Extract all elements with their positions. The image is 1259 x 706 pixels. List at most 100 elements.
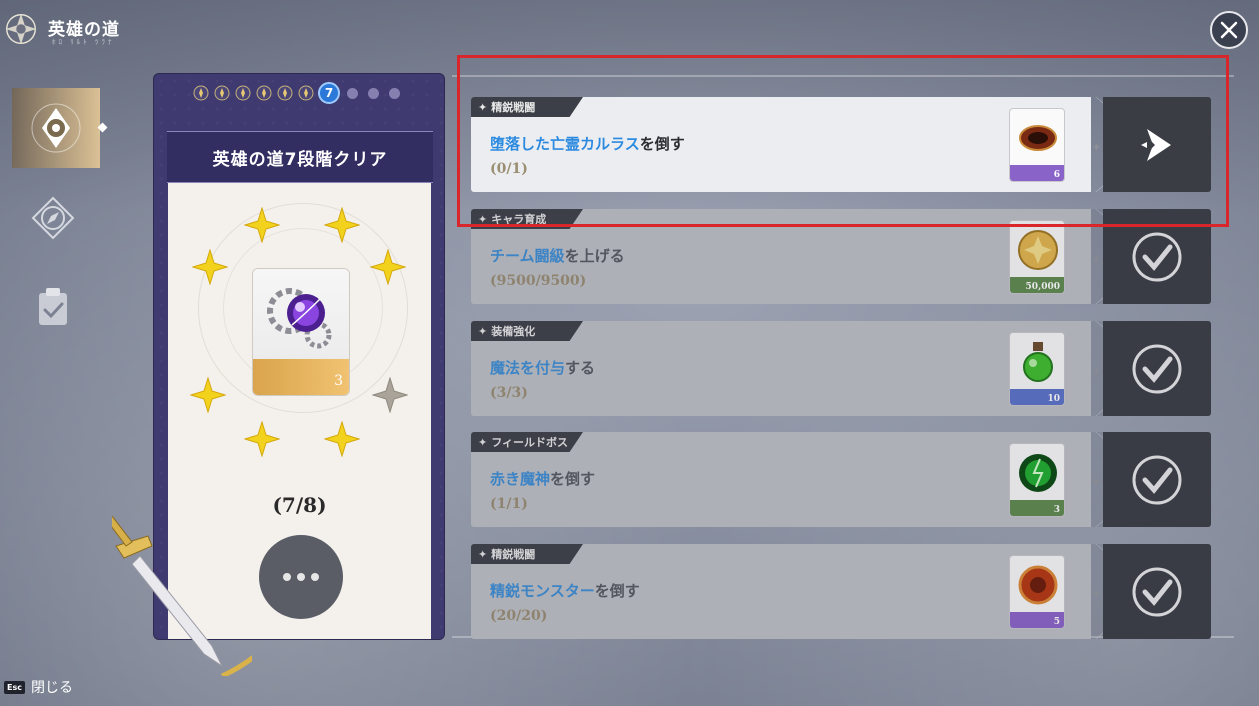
quest-category-tag: ✦ 精鋭戦闘 bbox=[471, 544, 583, 564]
quest-reward-item[interactable]: 50,000 bbox=[1009, 220, 1065, 294]
quest-row[interactable]: ✦ 精鋭戦闘 精鋭モンスターを倒す (20/20) 5 + bbox=[471, 544, 1211, 639]
quest-category: 装備強化 bbox=[491, 325, 536, 338]
green-potion-icon bbox=[1023, 342, 1053, 382]
quest-reward-item[interactable]: 3 bbox=[1009, 443, 1065, 517]
quest-category-tag: ✦ キャラ育成 bbox=[471, 209, 583, 229]
quest-reward-count: 10 bbox=[1047, 394, 1060, 404]
header: 英雄の道 ﾎﾛ ﾘﾙﾄ ﾂﾗﾅ bbox=[0, 0, 400, 56]
quest-row[interactable]: ✦ 装備強化魔法を付与する (3/3) 10 + bbox=[471, 321, 1211, 416]
sparkle-icon: ✦ bbox=[478, 324, 488, 338]
quest-progress: (9500/9500) bbox=[490, 273, 587, 289]
go-button[interactable] bbox=[1103, 97, 1211, 192]
quest-reward-count: 5 bbox=[1053, 617, 1060, 627]
sparkle-icon: ✦ bbox=[478, 435, 488, 449]
quest-progress: (0/1) bbox=[490, 161, 528, 177]
stage-dot-locked bbox=[386, 85, 403, 102]
quest-title: 精鋭モンスターを倒す bbox=[490, 580, 640, 601]
quest-title: 堕落した亡霊カルラスを倒す bbox=[490, 133, 685, 154]
quest-target: 魔法を付与 bbox=[490, 359, 566, 377]
magic-orb-gear-icon bbox=[267, 288, 332, 349]
plus-icon: + bbox=[1092, 589, 1101, 600]
list-divider-top bbox=[452, 75, 1234, 77]
stage-progress-text: (7/8) bbox=[272, 493, 327, 517]
quest-verb: を倒す bbox=[550, 470, 596, 488]
stage-dot-locked bbox=[344, 85, 361, 102]
star-filled-icon bbox=[370, 249, 406, 285]
star-filled-icon bbox=[244, 207, 280, 243]
more-button[interactable] bbox=[255, 531, 347, 623]
quest-reward-count: 6 bbox=[1053, 170, 1060, 180]
clipboard-check-icon bbox=[39, 288, 67, 325]
quest-row[interactable]: ✦ 精鋭戦闘 堕落した亡霊カルラスを倒す (0/1) 6 + bbox=[471, 97, 1211, 192]
stage-completed-icon bbox=[298, 85, 313, 101]
quest-progress: (1/1) bbox=[490, 496, 528, 512]
quest-category: 精鋭戦闘 bbox=[491, 101, 536, 114]
star-filled-icon bbox=[190, 377, 226, 413]
close-icon bbox=[1220, 21, 1238, 39]
plus-icon: + bbox=[1092, 477, 1101, 488]
quest-category: 精鋭戦闘 bbox=[491, 548, 536, 561]
esc-hint[interactable]: Esc 閉じる bbox=[4, 677, 73, 697]
tab-hero-road[interactable] bbox=[12, 88, 100, 168]
quest-row[interactable]: ✦ フィールドボス赤き魔神を倒す (1/1) 3 + bbox=[471, 432, 1211, 527]
star-filled-icon bbox=[192, 249, 228, 285]
sparkle-icon: ✦ bbox=[478, 547, 488, 561]
sword-decoration bbox=[112, 516, 252, 676]
stage-dot-completed bbox=[192, 85, 209, 102]
dot-icon bbox=[283, 573, 291, 581]
stage-title: 英雄の道7段階クリア bbox=[212, 149, 388, 170]
stage-reward-count: 3 bbox=[334, 373, 343, 389]
close-label: 閉じる bbox=[30, 680, 73, 696]
star-empty-icon bbox=[372, 377, 408, 413]
plus-icon: + bbox=[1092, 366, 1101, 377]
stage-title-bar: 英雄の道7段階クリア bbox=[167, 131, 433, 183]
tab-missions[interactable] bbox=[28, 282, 78, 332]
checkmark-circle-icon bbox=[1132, 232, 1182, 281]
compass-icon bbox=[31, 196, 75, 240]
green-orb-icon bbox=[1019, 454, 1057, 492]
checkmark-circle-icon bbox=[1132, 455, 1182, 504]
stage-completed-icon bbox=[193, 85, 208, 101]
quest-reward-item[interactable]: 10 bbox=[1009, 332, 1065, 406]
tab-compass[interactable] bbox=[28, 193, 78, 243]
dot-icon bbox=[311, 573, 319, 581]
stage-dot-locked bbox=[365, 85, 382, 102]
quest-target: チーム闘級 bbox=[490, 247, 565, 265]
completed-indicator bbox=[1103, 432, 1211, 527]
quest-reward-item[interactable]: 5 bbox=[1009, 555, 1065, 629]
quest-title: 魔法を付与する bbox=[490, 357, 595, 378]
dark-ring-icon bbox=[1019, 125, 1057, 151]
stage-completed-icon bbox=[235, 85, 250, 101]
dot-icon bbox=[297, 573, 305, 581]
quest-title: 赤き魔神を倒す bbox=[490, 468, 595, 489]
stage-dot-completed bbox=[255, 85, 272, 102]
quest-row[interactable]: ✦ キャラ育成 チーム闘級を上げる (9500/9500) 50,000 + bbox=[471, 209, 1211, 304]
star-filled-icon bbox=[244, 421, 280, 457]
quest-reward-item[interactable]: 6 bbox=[1009, 108, 1065, 182]
quest-category-tag: ✦ 精鋭戦闘 bbox=[471, 97, 583, 117]
stage-completed-icon bbox=[277, 85, 292, 101]
quest-category-tag: ✦ 装備強化 bbox=[471, 321, 583, 341]
star-filled-icon bbox=[324, 421, 360, 457]
quest-target: 赤き魔神 bbox=[490, 470, 551, 488]
stage-dot-completed bbox=[297, 85, 314, 102]
close-button[interactable] bbox=[1210, 11, 1248, 49]
page-subtitle: ﾎﾛ ﾘﾙﾄ ﾂﾗﾅ bbox=[52, 38, 115, 46]
stage-completed-icon bbox=[214, 85, 229, 101]
stage-dot-completed bbox=[276, 85, 293, 102]
quest-verb: を倒す bbox=[594, 582, 640, 600]
quest-category: フィールドボス bbox=[491, 436, 568, 449]
checkmark-circle-icon bbox=[1132, 344, 1182, 393]
quest-verb: を上げる bbox=[564, 247, 625, 265]
gold-coin-icon bbox=[1018, 230, 1058, 270]
quest-reward-count: 3 bbox=[1053, 505, 1060, 515]
quest-title: チーム闘級を上げる bbox=[490, 245, 625, 266]
red-emblem-icon bbox=[1018, 565, 1058, 605]
quest-target: 堕落した亡霊カルラス bbox=[490, 135, 640, 153]
stage-dot-completed bbox=[234, 85, 251, 102]
checkmark-circle-icon bbox=[1132, 567, 1182, 616]
stage-reward-item[interactable]: 3 bbox=[252, 268, 350, 396]
quest-progress: (3/3) bbox=[490, 385, 528, 401]
quest-verb: する bbox=[565, 359, 596, 377]
quest-category: キャラ育成 bbox=[491, 213, 547, 226]
